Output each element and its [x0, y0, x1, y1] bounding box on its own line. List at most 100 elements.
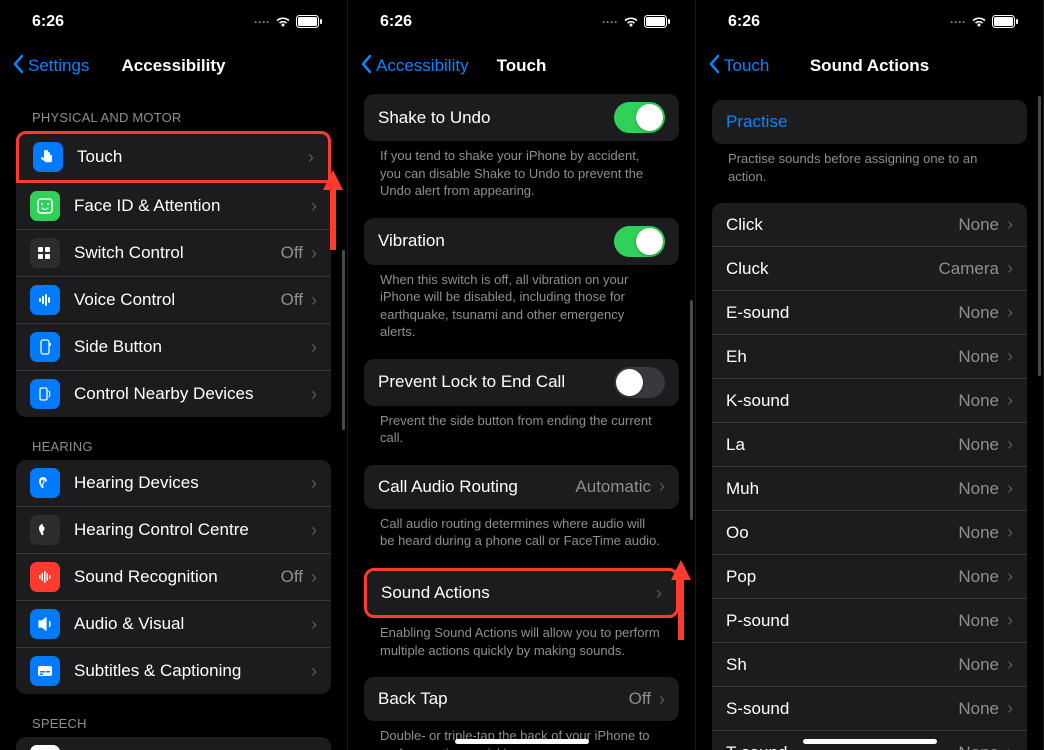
- chevron-right-icon: ›: [1007, 302, 1013, 323]
- row-value: None: [958, 611, 999, 631]
- row-label: Voice Control: [74, 290, 281, 310]
- row-live-speech[interactable]: Live Speech Off ›: [16, 737, 331, 750]
- group-practise: Practise: [712, 100, 1027, 144]
- home-indicator[interactable]: [455, 739, 589, 744]
- row-label: Back Tap: [378, 689, 629, 709]
- switch-control-icon: [30, 238, 60, 268]
- chevron-right-icon: ›: [659, 689, 665, 710]
- row-side-button[interactable]: Side Button ›: [16, 324, 331, 371]
- row-shake-to-undo[interactable]: Shake to Undo: [364, 94, 679, 141]
- row-sound[interactable]: CluckCamera›: [712, 247, 1027, 291]
- row-sound[interactable]: PopNone›: [712, 555, 1027, 599]
- wifi-icon: [623, 13, 639, 31]
- row-value: Automatic: [575, 477, 651, 497]
- row-sound[interactable]: EhNone›: [712, 335, 1027, 379]
- scroll-indicator: [1038, 96, 1041, 376]
- subtitles-icon: [30, 656, 60, 686]
- wifi-icon: [275, 13, 291, 31]
- cellular-dots-icon: ····: [254, 15, 270, 29]
- hearing-devices-icon: [30, 468, 60, 498]
- toggle-vibration[interactable]: [614, 226, 665, 257]
- group-back-tap: Back Tap Off ›: [364, 677, 679, 721]
- chevron-right-icon: ›: [308, 147, 314, 168]
- group-physical-motor: Face ID & Attention › Switch Control Off…: [16, 183, 331, 417]
- row-value: Off: [281, 567, 303, 587]
- row-label: Touch: [77, 147, 308, 167]
- row-subtitles[interactable]: Subtitles & Captioning ›: [16, 648, 331, 694]
- toggle-shake-undo[interactable]: [614, 102, 665, 133]
- nav-header: Accessibility Touch: [348, 44, 695, 88]
- content-scroll[interactable]: Practise Practise sounds before assignin…: [696, 88, 1043, 750]
- back-button[interactable]: Touch: [708, 54, 769, 79]
- footer-text: When this switch is off, all vibration o…: [364, 265, 679, 359]
- row-touch[interactable]: Touch ›: [19, 134, 328, 180]
- battery-icon: [296, 13, 323, 31]
- row-faceid[interactable]: Face ID & Attention ›: [16, 183, 331, 230]
- row-label: P-sound: [726, 611, 958, 631]
- row-vibration[interactable]: Vibration: [364, 218, 679, 265]
- toggle-prevent-lock[interactable]: [614, 367, 665, 398]
- hearing-cc-icon: [30, 515, 60, 545]
- row-label: K-sound: [726, 391, 958, 411]
- row-value: None: [958, 567, 999, 587]
- row-label: Vibration: [378, 231, 614, 251]
- row-label: Pop: [726, 567, 958, 587]
- row-voice-control[interactable]: Voice Control Off ›: [16, 277, 331, 324]
- row-switch-control[interactable]: Switch Control Off ›: [16, 230, 331, 277]
- scroll-indicator: [342, 250, 345, 430]
- content-scroll[interactable]: PHYSICAL AND MOTOR Touch › Face ID & Att…: [0, 88, 347, 750]
- touch-row-highlighted: Touch ›: [16, 131, 331, 183]
- row-hearing-devices[interactable]: Hearing Devices ›: [16, 460, 331, 507]
- row-sound[interactable]: K-soundNone›: [712, 379, 1027, 423]
- row-back-tap[interactable]: Back Tap Off ›: [364, 677, 679, 721]
- side-button-icon: [30, 332, 60, 362]
- row-label: Oo: [726, 523, 958, 543]
- row-label: Click: [726, 215, 958, 235]
- content-scroll[interactable]: Shake to Undo If you tend to shake your …: [348, 88, 695, 750]
- chevron-left-icon: [360, 54, 372, 79]
- row-sound[interactable]: ClickNone›: [712, 203, 1027, 247]
- row-label: Call Audio Routing: [378, 477, 575, 497]
- cellular-dots-icon: ····: [602, 15, 618, 29]
- row-sound[interactable]: LaNone›: [712, 423, 1027, 467]
- row-prevent-lock[interactable]: Prevent Lock to End Call: [364, 359, 679, 406]
- chevron-right-icon: ›: [311, 290, 317, 311]
- row-value: None: [958, 743, 999, 750]
- back-button[interactable]: Settings: [12, 54, 89, 79]
- status-right: ····: [950, 13, 1019, 31]
- row-value: None: [958, 391, 999, 411]
- phone-sound-actions: 6:26 ···· Touch Sound Actions Practise P…: [696, 0, 1044, 750]
- practise-button[interactable]: Practise: [712, 100, 1027, 144]
- row-sound[interactable]: MuhNone›: [712, 467, 1027, 511]
- phone-touch: 6:26 ···· Accessibility Touch Shake to U…: [348, 0, 696, 750]
- sound-recognition-icon: [30, 562, 60, 592]
- row-value: None: [958, 479, 999, 499]
- chevron-right-icon: ›: [1007, 258, 1013, 279]
- chevron-right-icon: ›: [1007, 346, 1013, 367]
- row-sound[interactable]: E-soundNone›: [712, 291, 1027, 335]
- row-hearing-control-centre[interactable]: Hearing Control Centre ›: [16, 507, 331, 554]
- row-sound[interactable]: S-soundNone›: [712, 687, 1027, 731]
- row-label: Prevent Lock to End Call: [378, 372, 614, 392]
- row-control-nearby[interactable]: Control Nearby Devices ›: [16, 371, 331, 417]
- back-button[interactable]: Accessibility: [360, 54, 469, 79]
- chevron-left-icon: [12, 54, 24, 79]
- row-sound[interactable]: OoNone›: [712, 511, 1027, 555]
- row-value: Off: [629, 689, 651, 709]
- row-label: Audio & Visual: [74, 614, 311, 634]
- row-label: Sound Actions: [381, 583, 656, 603]
- status-bar: 6:26 ····: [0, 0, 347, 44]
- status-time: 6:26: [32, 13, 64, 31]
- status-time: 6:26: [380, 13, 412, 31]
- row-sound-actions[interactable]: Sound Actions ›: [367, 571, 676, 615]
- row-sound[interactable]: P-soundNone›: [712, 599, 1027, 643]
- chevron-right-icon: ›: [311, 196, 317, 217]
- row-sound[interactable]: ShNone›: [712, 643, 1027, 687]
- row-sound-recognition[interactable]: Sound Recognition Off ›: [16, 554, 331, 601]
- row-audio-visual[interactable]: Audio & Visual ›: [16, 601, 331, 648]
- row-label: Shake to Undo: [378, 108, 614, 128]
- home-indicator[interactable]: [803, 739, 937, 744]
- chevron-right-icon: ›: [311, 520, 317, 541]
- touch-icon: [33, 142, 63, 172]
- row-call-audio[interactable]: Call Audio Routing Automatic ›: [364, 465, 679, 509]
